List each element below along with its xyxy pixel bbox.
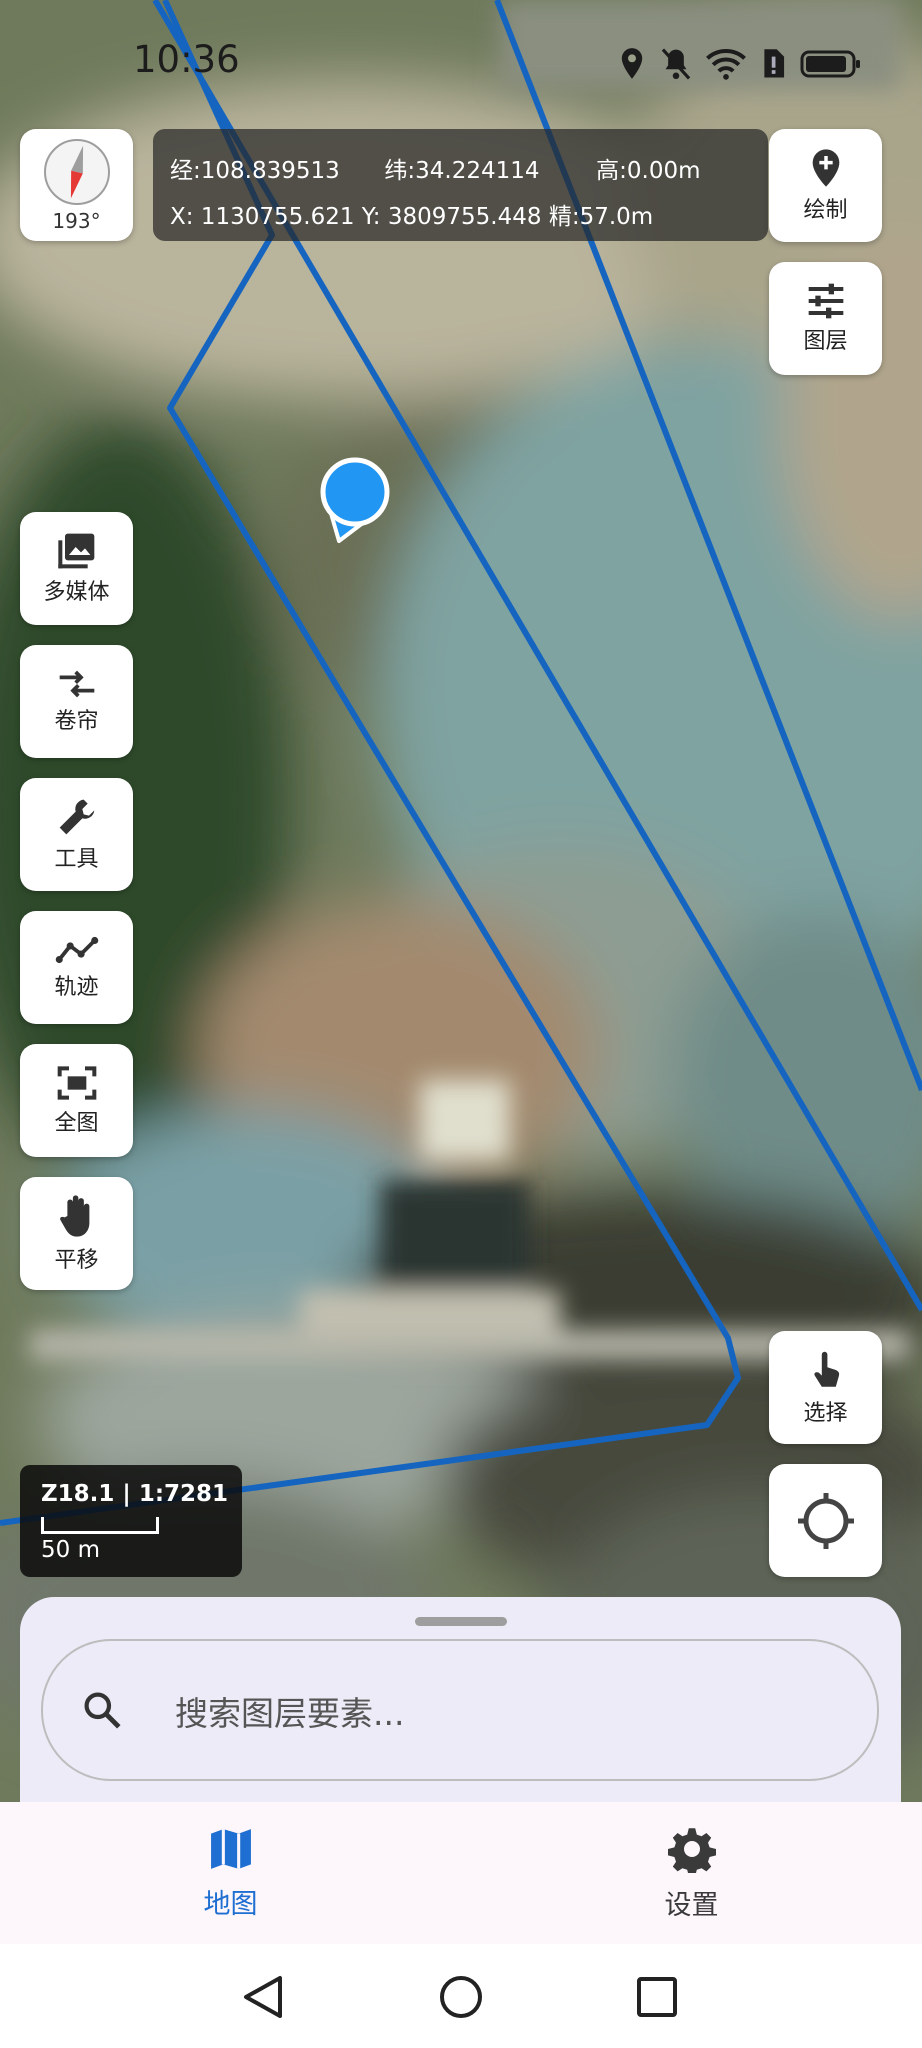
coordinates-row-1: 经:108.839513 纬:34.224114 高:0.00m [170, 151, 701, 185]
bottom-navigation: 地图 设置 [0, 1802, 922, 1944]
sheet-drag-handle[interactable] [415, 1617, 507, 1626]
tools-button[interactable]: 工具 [20, 778, 133, 891]
layers-label: 图层 [803, 328, 848, 354]
latitude-label: 纬: [384, 158, 416, 184]
draw-label: 绘制 [803, 197, 848, 223]
track-label: 轨迹 [54, 974, 99, 1000]
wifi-icon [706, 48, 746, 80]
full-extent-button[interactable]: 全图 [20, 1044, 133, 1157]
latitude-value: 34.224114 [415, 158, 540, 184]
hand-icon [59, 1194, 89, 1237]
status-time: 10:36 [133, 38, 240, 81]
pan-button[interactable]: 平移 [20, 1177, 133, 1290]
touch-hand-icon [813, 1351, 839, 1387]
gear-icon [667, 1827, 716, 1873]
select-label: 选择 [803, 1400, 848, 1426]
search-bar[interactable]: 搜索图层要素... [41, 1639, 879, 1781]
map-icon [210, 1828, 251, 1869]
status-icons [618, 44, 862, 84]
my-location-button[interactable] [769, 1464, 882, 1577]
x-value: 1130755.621 [200, 204, 355, 230]
compass-button[interactable]: 193° [20, 129, 133, 241]
nav-label-map: 地图 [203, 1888, 258, 1920]
longitude-label: 经: [170, 158, 201, 184]
compass-icon [43, 139, 110, 205]
track-line-icon [55, 936, 98, 963]
scale-indicator: Z18.1 | 1:7281 50 m [20, 1465, 242, 1577]
search-icon [84, 1692, 121, 1729]
x-label: X: [170, 204, 194, 230]
accuracy-label: 精: [548, 204, 580, 230]
longitude-value: 108.839513 [200, 158, 340, 184]
location-status-icon [621, 48, 643, 79]
full-extent-label: 全图 [54, 1110, 99, 1136]
sliders-icon [808, 283, 843, 318]
altitude-label: 高: [596, 158, 627, 184]
image-icon [57, 533, 94, 568]
zoom-scale-text: Z18.1 | 1:7281 [41, 1481, 229, 1507]
fullscreen-frame-icon [57, 1065, 96, 1100]
compass-heading: 193° [52, 209, 101, 233]
y-label: Y: [361, 204, 381, 230]
coordinates-row-2: X: 1130755.621 Y: 3809755.448 精:57.0m [170, 197, 653, 231]
draw-button[interactable]: 绘制 [769, 129, 882, 242]
altitude-value: 0.00m [626, 158, 701, 184]
multimedia-button[interactable]: 多媒体 [20, 512, 133, 625]
multimedia-label: 多媒体 [43, 579, 110, 605]
bottom-sheet[interactable]: 搜索图层要素... [20, 1597, 901, 1802]
nav-item-map[interactable]: 地图 [0, 1802, 461, 1944]
bell-muted-icon [661, 48, 691, 80]
status-bar: 10:36 [0, 0, 922, 120]
y-value: 3809755.448 [387, 204, 542, 230]
swipe-button[interactable]: 卷帘 [20, 645, 133, 758]
nav-item-settings[interactable]: 设置 [461, 1802, 922, 1944]
nav-label-settings: 设置 [664, 1889, 719, 1921]
sim-alert-icon [764, 49, 785, 78]
swap-arrows-icon [59, 670, 94, 697]
back-icon[interactable] [240, 1974, 286, 2020]
layers-button[interactable]: 图层 [769, 262, 882, 375]
crosshair-icon [797, 1492, 854, 1549]
accuracy-value: 57.0m [579, 204, 654, 230]
scale-bar [41, 1517, 159, 1534]
battery-icon [800, 50, 860, 78]
tools-label: 工具 [54, 846, 99, 872]
recents-icon[interactable] [634, 1974, 680, 2020]
scale-distance: 50 m [41, 1537, 100, 1563]
coordinates-panel: 经:108.839513 纬:34.224114 高:0.00m X: 1130… [153, 129, 768, 241]
pan-label: 平移 [54, 1247, 99, 1273]
home-icon[interactable] [438, 1974, 484, 2020]
search-input[interactable]: 搜索图层要素... [175, 1687, 404, 1735]
system-navigation-bar [0, 1944, 922, 2048]
track-button[interactable]: 轨迹 [20, 911, 133, 1024]
wrench-icon [59, 799, 94, 834]
add-location-icon [812, 148, 839, 187]
swipe-label: 卷帘 [54, 708, 99, 734]
select-button[interactable]: 选择 [769, 1331, 882, 1444]
